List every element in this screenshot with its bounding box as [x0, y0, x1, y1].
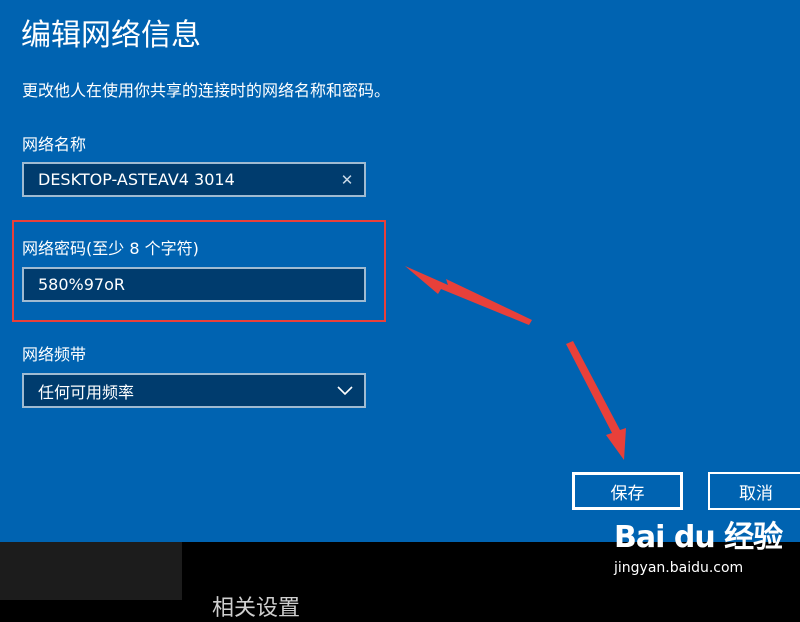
baidu-jingyan-watermark: Bai du 经验 jingyan.baidu.com [614, 512, 783, 584]
watermark-brand: Bai du 经验 [614, 520, 783, 555]
annotation-arrows [405, 266, 626, 460]
related-settings-heading: 相关设置 [212, 596, 301, 621]
edit-network-dialog: 编辑网络信息 更改他人在使用你共享的连接时的网络名称和密码。 网络名称 DESK… [0, 0, 800, 542]
watermark-url: jingyan.baidu.com [614, 560, 744, 576]
annotation-arrow-to-save [566, 341, 626, 460]
background-sidebar [0, 542, 182, 600]
annotation-arrow-to-password [405, 266, 532, 325]
